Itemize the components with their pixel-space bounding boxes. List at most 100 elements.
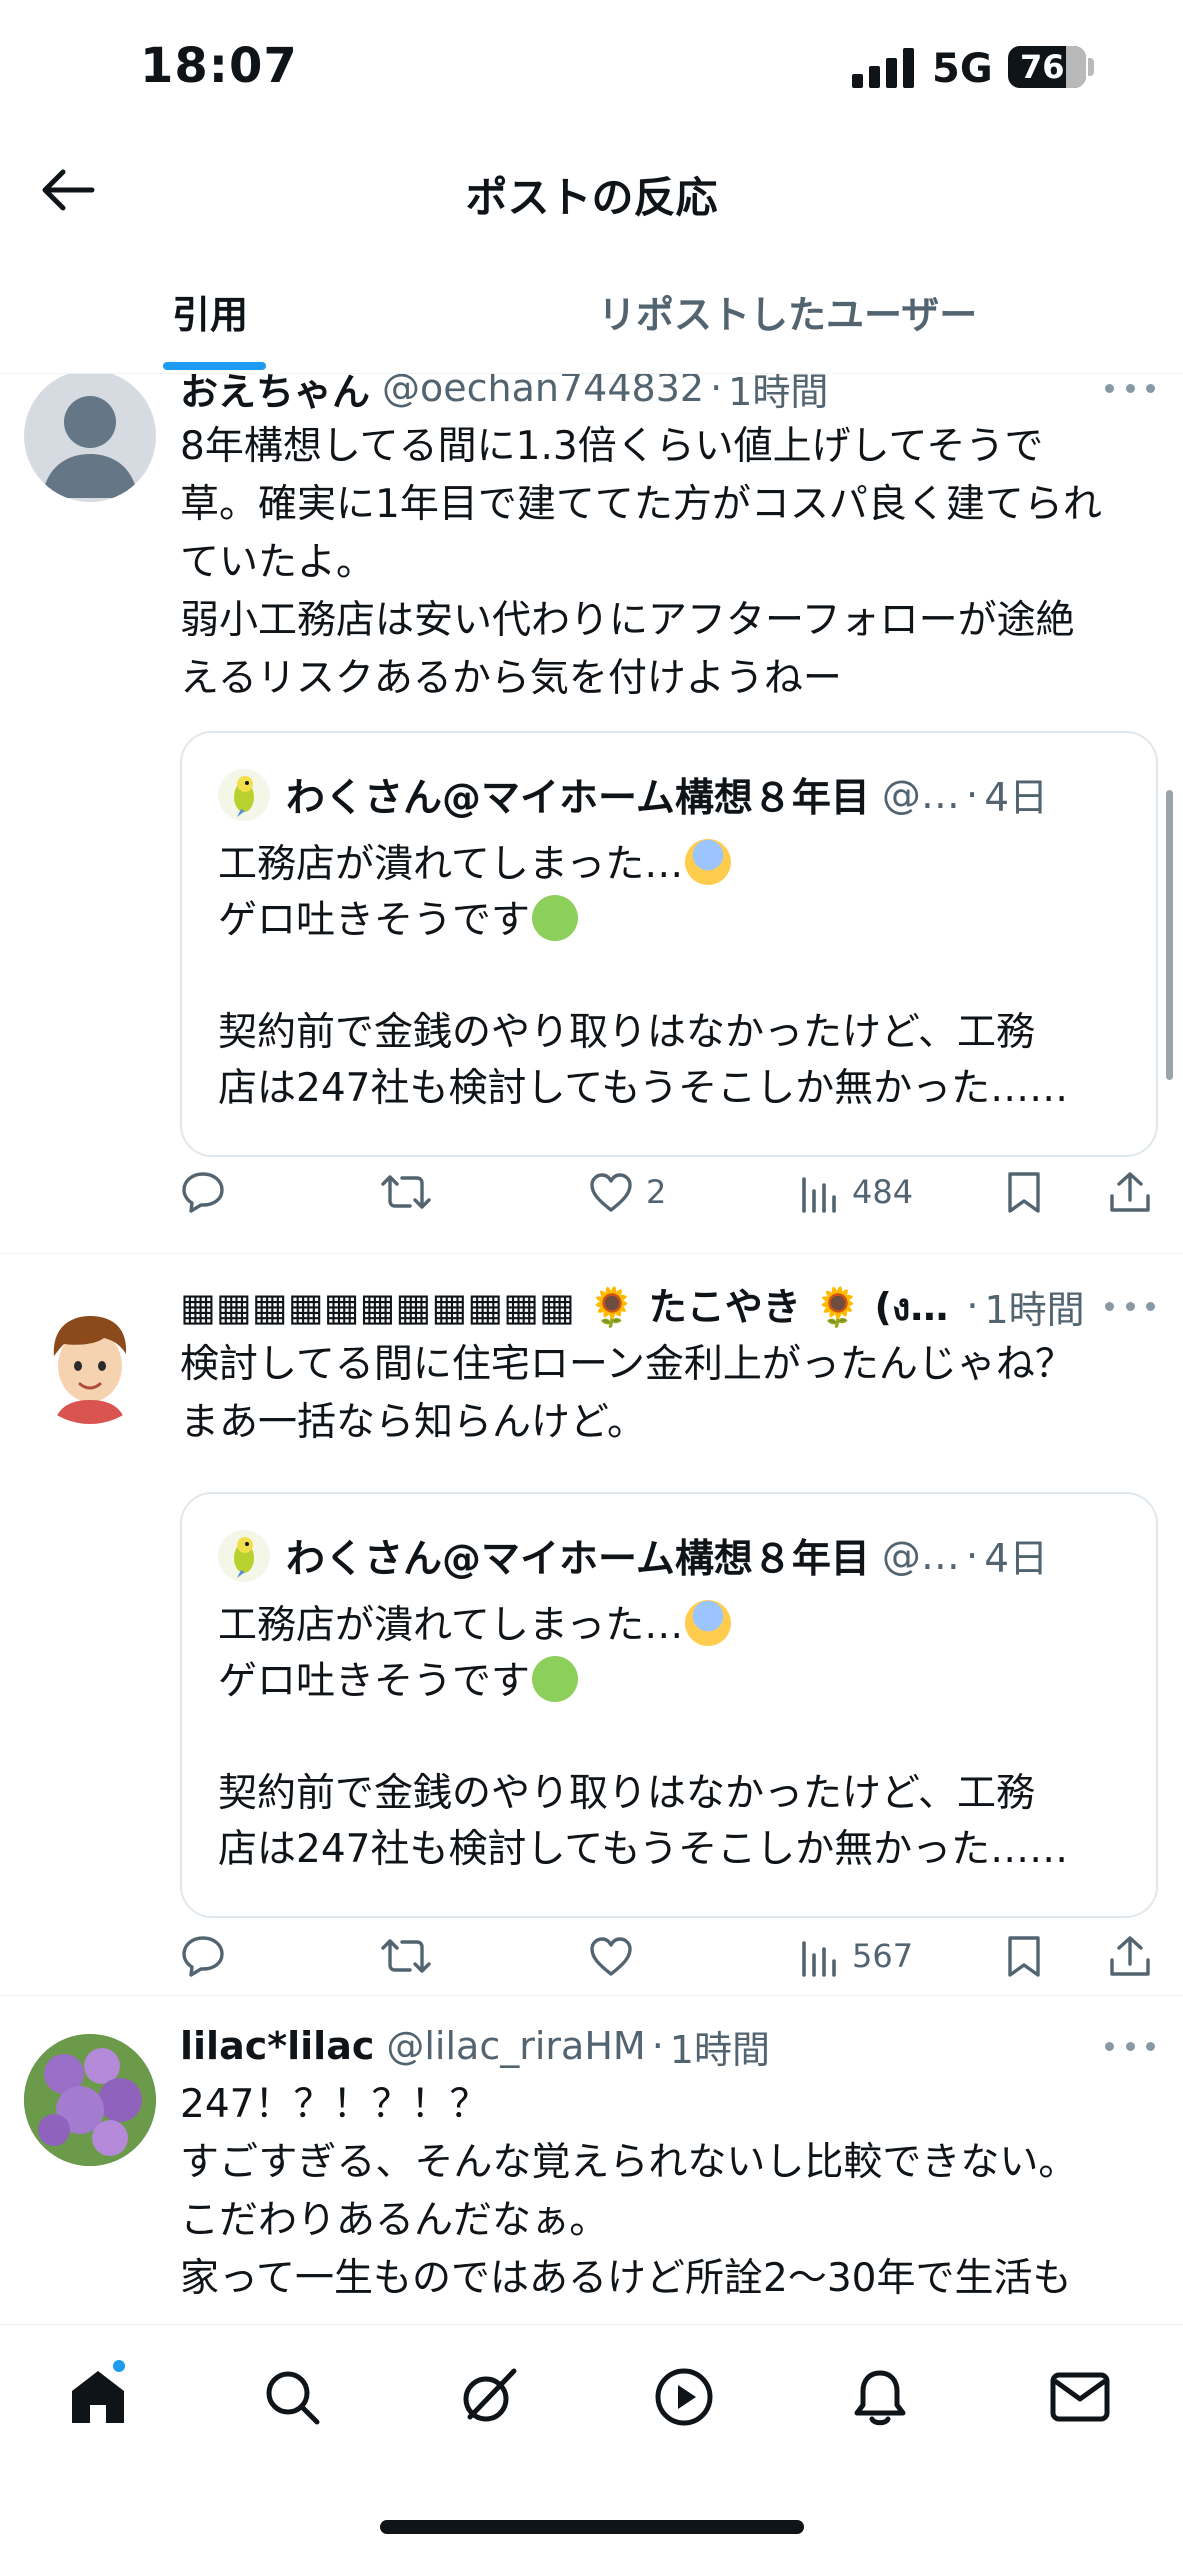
post-text: 247！？！？！？ すごすぎる、そんな覚えられないし比較できない。 こだわりある… xyxy=(180,2082,1078,2301)
views-chart-icon xyxy=(802,1177,836,1213)
nav-notifications-button[interactable] xyxy=(840,2357,920,2437)
more-dots-icon xyxy=(1105,1301,1114,1311)
user-handle[interactable]: @oechan744832 xyxy=(382,374,704,410)
quoted-post-text: 工務店が潰れてしまった… ゲロ吐きそうです 契約前で金銭のやり取りはなかったけど… xyxy=(218,1598,1126,1878)
bookmark-button[interactable] xyxy=(1006,1162,1042,1222)
boy-illustration-avatar-icon xyxy=(26,1294,154,1424)
nav-search-button[interactable] xyxy=(252,2357,332,2437)
views-chart-icon xyxy=(802,1941,836,1977)
bookmark-icon xyxy=(1008,1936,1040,1977)
repost-icon xyxy=(381,1939,431,1973)
quoted-post-card[interactable]: わくさん@マイホーム構想８年目 @… · 4日 工務店が潰れてしまった… ゲロ吐… xyxy=(180,731,1158,1157)
post-text: 検討してる間に住宅ローン金利上がったんじゃね？ まあ一括なら知らんけど。 xyxy=(180,1342,1074,1445)
lilac-flower-avatar-icon xyxy=(24,2034,156,2166)
quoted-post-card[interactable]: わくさん@マイホーム構想８年目 @… · 4日 工務店が潰れてしまった… ゲロ吐… xyxy=(180,1492,1158,1918)
quoted-post-time: 4日 xyxy=(984,1537,1049,1582)
more-dots-icon xyxy=(1105,383,1114,393)
quoted-post-header: わくさん@マイホーム構想８年目 @… · 4日 xyxy=(218,767,1126,823)
home-icon xyxy=(72,2371,124,2423)
post-header: lilac*lilac @lilac_riraHM · 1時間 xyxy=(180,2018,1159,2074)
more-options-button[interactable] xyxy=(1105,374,1155,408)
share-icon xyxy=(1110,1172,1150,1212)
quoted-avatar xyxy=(218,769,270,821)
avatar[interactable] xyxy=(24,1292,156,1424)
display-name[interactable]: おえちゃん xyxy=(180,374,370,416)
page-title: ポストの反応 xyxy=(465,173,718,222)
share-button[interactable] xyxy=(1108,1162,1152,1222)
active-tab-indicator xyxy=(163,362,266,370)
post-item[interactable]: ▦▦▦▦▦▦▦▦▦▦▦ 🌻 たこやき 🌻 (ง… · 1時間 検討してる間に住宅… xyxy=(0,1254,1183,1996)
anxious-face-emoji-icon xyxy=(685,1600,732,1646)
share-button[interactable] xyxy=(1108,1926,1152,1986)
home-indicator[interactable] xyxy=(380,2520,804,2534)
video-icon xyxy=(655,2368,713,2426)
views-button[interactable]: 484 xyxy=(798,1162,913,1222)
post-time[interactable]: 1時間 xyxy=(985,1279,1085,1334)
status-bar: 18:07 5G 76 xyxy=(0,0,1183,140)
quoted-display-name: わくさん@マイホーム構想８年目 xyxy=(286,776,870,821)
like-button[interactable]: 2 xyxy=(588,1162,666,1222)
default-avatar-icon xyxy=(42,396,138,498)
repost-button[interactable] xyxy=(380,1926,444,1986)
post-actions: 567 xyxy=(180,1926,1158,1986)
tab-quotes[interactable]: 引用 xyxy=(172,284,248,339)
more-options-button[interactable] xyxy=(1105,2026,1155,2066)
parakeet-avatar-icon xyxy=(234,776,254,817)
battery-icon: 76 xyxy=(1008,46,1086,88)
tab-bar: 引用 リポストしたユーザー xyxy=(0,262,1183,374)
nav-grok-button[interactable] xyxy=(448,2357,528,2437)
status-time: 18:07 xyxy=(140,38,298,94)
user-handle[interactable]: @lilac_riraHM xyxy=(386,2024,645,2068)
nauseated-face-emoji-icon xyxy=(532,895,579,941)
more-dots-icon xyxy=(1105,2041,1114,2051)
display-name[interactable]: ▦▦▦▦▦▦▦▦▦▦▦ 🌻 たこやき 🌻 (ง… xyxy=(180,1278,948,1334)
nauseated-face-emoji-icon xyxy=(532,1656,579,1702)
quotes-feed[interactable]: おえちゃん @oechan744832 · 1時間 8年構想してる間に1.3倍く… xyxy=(0,374,1183,2324)
quoted-avatar xyxy=(218,1530,270,1582)
bookmark-button[interactable] xyxy=(1006,1926,1042,1986)
post-item[interactable]: おえちゃん @oechan744832 · 1時間 8年構想してる間に1.3倍く… xyxy=(0,374,1183,1254)
quoted-handle: @… xyxy=(881,1533,960,1579)
post-item[interactable]: lilac*lilac @lilac_riraHM · 1時間 247！？！？！… xyxy=(0,1996,1183,2324)
separator-dot: · xyxy=(651,2024,664,2068)
like-button[interactable] xyxy=(588,1926,646,1986)
search-icon xyxy=(266,2371,320,2425)
display-name[interactable]: lilac*lilac xyxy=(180,2024,374,2068)
repost-icon xyxy=(381,1175,431,1209)
quoted-post-time: 4日 xyxy=(984,776,1049,821)
network-type: 5G xyxy=(932,46,993,92)
avatar[interactable] xyxy=(24,2034,156,2166)
grok-icon xyxy=(463,2368,517,2422)
post-header: ▦▦▦▦▦▦▦▦▦▦▦ 🌻 たこやき 🌻 (ง… · 1時間 xyxy=(180,1278,1159,1334)
quoted-post-header: わくさん@マイホーム構想８年目 @… · 4日 xyxy=(218,1528,1126,1584)
post-time[interactable]: 1時間 xyxy=(728,374,828,416)
home-notification-dot xyxy=(110,2357,128,2375)
repost-button[interactable] xyxy=(380,1162,444,1222)
reply-icon xyxy=(182,1936,224,1977)
separator-dot: · xyxy=(710,374,723,410)
nav-messages-button[interactable] xyxy=(1040,2357,1120,2437)
separator-dot: · xyxy=(965,1533,979,1579)
avatar[interactable] xyxy=(24,374,156,502)
separator-dot: · xyxy=(965,772,979,818)
nav-video-button[interactable] xyxy=(644,2357,724,2437)
notifications-icon xyxy=(854,2370,906,2426)
reply-button[interactable] xyxy=(180,1162,238,1222)
views-button[interactable]: 567 xyxy=(798,1926,913,1986)
quoted-handle: @… xyxy=(881,772,960,818)
scrollbar-thumb[interactable] xyxy=(1166,790,1173,1080)
post-header: おえちゃん @oechan744832 · 1時間 xyxy=(180,374,1159,416)
post-time[interactable]: 1時間 xyxy=(670,2019,770,2074)
cellular-signal-icon xyxy=(852,48,916,88)
battery-level: 76 xyxy=(1020,48,1065,86)
tab-reposts[interactable]: リポストしたユーザー xyxy=(598,284,977,339)
messages-icon xyxy=(1050,2372,1110,2422)
anxious-face-emoji-icon xyxy=(685,839,732,885)
more-options-button[interactable] xyxy=(1105,1286,1155,1326)
parakeet-avatar-icon xyxy=(234,1537,254,1578)
reply-icon xyxy=(182,1172,224,1213)
battery-tip xyxy=(1088,58,1094,76)
share-icon xyxy=(1110,1936,1150,1976)
separator-dot: · xyxy=(966,1284,979,1328)
reply-button[interactable] xyxy=(180,1926,238,1986)
